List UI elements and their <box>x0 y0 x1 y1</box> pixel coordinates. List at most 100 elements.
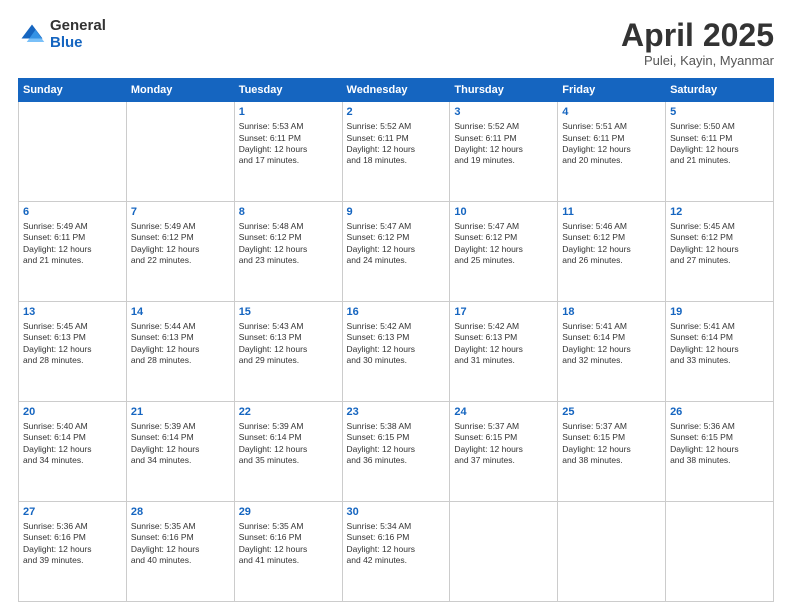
calendar-cell: 30Sunrise: 5:34 AM Sunset: 6:16 PM Dayli… <box>342 502 450 602</box>
calendar-cell: 19Sunrise: 5:41 AM Sunset: 6:14 PM Dayli… <box>666 302 774 402</box>
day-number: 17 <box>454 305 553 320</box>
weekday-header-monday: Monday <box>126 79 234 102</box>
calendar-cell <box>450 502 558 602</box>
day-number: 11 <box>562 205 661 220</box>
calendar-body: 1Sunrise: 5:53 AM Sunset: 6:11 PM Daylig… <box>19 102 774 602</box>
weekday-header-tuesday: Tuesday <box>234 79 342 102</box>
day-info: Sunrise: 5:42 AM Sunset: 6:13 PM Dayligh… <box>454 321 553 367</box>
day-number: 26 <box>670 405 769 420</box>
day-number: 19 <box>670 305 769 320</box>
weekday-header-saturday: Saturday <box>666 79 774 102</box>
calendar-cell <box>19 102 127 202</box>
calendar-cell: 26Sunrise: 5:36 AM Sunset: 6:15 PM Dayli… <box>666 402 774 502</box>
day-number: 3 <box>454 105 553 120</box>
day-number: 7 <box>131 205 230 220</box>
weekday-header-friday: Friday <box>558 79 666 102</box>
weekday-header-thursday: Thursday <box>450 79 558 102</box>
day-number: 4 <box>562 105 661 120</box>
day-number: 28 <box>131 505 230 520</box>
day-number: 15 <box>239 305 338 320</box>
calendar-cell <box>666 502 774 602</box>
calendar: SundayMondayTuesdayWednesdayThursdayFrid… <box>18 78 774 602</box>
day-number: 18 <box>562 305 661 320</box>
day-number: 13 <box>23 305 122 320</box>
calendar-cell: 4Sunrise: 5:51 AM Sunset: 6:11 PM Daylig… <box>558 102 666 202</box>
day-number: 12 <box>670 205 769 220</box>
day-number: 25 <box>562 405 661 420</box>
calendar-cell: 18Sunrise: 5:41 AM Sunset: 6:14 PM Dayli… <box>558 302 666 402</box>
day-number: 5 <box>670 105 769 120</box>
title-block: April 2025 Pulei, Kayin, Myanmar <box>621 18 774 68</box>
day-info: Sunrise: 5:45 AM Sunset: 6:13 PM Dayligh… <box>23 321 122 367</box>
day-info: Sunrise: 5:46 AM Sunset: 6:12 PM Dayligh… <box>562 221 661 267</box>
day-number: 6 <box>23 205 122 220</box>
day-info: Sunrise: 5:49 AM Sunset: 6:11 PM Dayligh… <box>23 221 122 267</box>
calendar-cell <box>126 102 234 202</box>
day-info: Sunrise: 5:53 AM Sunset: 6:11 PM Dayligh… <box>239 121 338 167</box>
calendar-cell: 10Sunrise: 5:47 AM Sunset: 6:12 PM Dayli… <box>450 202 558 302</box>
logo-general: General <box>50 18 106 35</box>
logo-blue: Blue <box>50 35 106 52</box>
subtitle: Pulei, Kayin, Myanmar <box>621 53 774 68</box>
week-row-2: 13Sunrise: 5:45 AM Sunset: 6:13 PM Dayli… <box>19 302 774 402</box>
day-info: Sunrise: 5:51 AM Sunset: 6:11 PM Dayligh… <box>562 121 661 167</box>
calendar-cell: 29Sunrise: 5:35 AM Sunset: 6:16 PM Dayli… <box>234 502 342 602</box>
calendar-cell: 24Sunrise: 5:37 AM Sunset: 6:15 PM Dayli… <box>450 402 558 502</box>
day-info: Sunrise: 5:39 AM Sunset: 6:14 PM Dayligh… <box>131 421 230 467</box>
day-info: Sunrise: 5:38 AM Sunset: 6:15 PM Dayligh… <box>347 421 446 467</box>
logo: General Blue <box>18 18 106 51</box>
weekday-row: SundayMondayTuesdayWednesdayThursdayFrid… <box>19 79 774 102</box>
logo-text: General Blue <box>50 18 106 51</box>
day-info: Sunrise: 5:36 AM Sunset: 6:16 PM Dayligh… <box>23 521 122 567</box>
day-info: Sunrise: 5:35 AM Sunset: 6:16 PM Dayligh… <box>131 521 230 567</box>
calendar-cell: 28Sunrise: 5:35 AM Sunset: 6:16 PM Dayli… <box>126 502 234 602</box>
day-info: Sunrise: 5:35 AM Sunset: 6:16 PM Dayligh… <box>239 521 338 567</box>
day-info: Sunrise: 5:50 AM Sunset: 6:11 PM Dayligh… <box>670 121 769 167</box>
page: General Blue April 2025 Pulei, Kayin, My… <box>0 0 792 612</box>
main-title: April 2025 <box>621 18 774 53</box>
day-info: Sunrise: 5:36 AM Sunset: 6:15 PM Dayligh… <box>670 421 769 467</box>
calendar-cell: 7Sunrise: 5:49 AM Sunset: 6:12 PM Daylig… <box>126 202 234 302</box>
day-number: 10 <box>454 205 553 220</box>
day-info: Sunrise: 5:37 AM Sunset: 6:15 PM Dayligh… <box>454 421 553 467</box>
day-number: 29 <box>239 505 338 520</box>
day-number: 23 <box>347 405 446 420</box>
day-info: Sunrise: 5:34 AM Sunset: 6:16 PM Dayligh… <box>347 521 446 567</box>
calendar-cell: 2Sunrise: 5:52 AM Sunset: 6:11 PM Daylig… <box>342 102 450 202</box>
day-info: Sunrise: 5:45 AM Sunset: 6:12 PM Dayligh… <box>670 221 769 267</box>
day-number: 24 <box>454 405 553 420</box>
day-number: 1 <box>239 105 338 120</box>
calendar-cell: 5Sunrise: 5:50 AM Sunset: 6:11 PM Daylig… <box>666 102 774 202</box>
day-number: 16 <box>347 305 446 320</box>
weekday-header-wednesday: Wednesday <box>342 79 450 102</box>
day-info: Sunrise: 5:41 AM Sunset: 6:14 PM Dayligh… <box>670 321 769 367</box>
day-number: 14 <box>131 305 230 320</box>
calendar-cell: 13Sunrise: 5:45 AM Sunset: 6:13 PM Dayli… <box>19 302 127 402</box>
day-number: 8 <box>239 205 338 220</box>
day-info: Sunrise: 5:44 AM Sunset: 6:13 PM Dayligh… <box>131 321 230 367</box>
day-number: 2 <box>347 105 446 120</box>
day-info: Sunrise: 5:37 AM Sunset: 6:15 PM Dayligh… <box>562 421 661 467</box>
day-info: Sunrise: 5:52 AM Sunset: 6:11 PM Dayligh… <box>347 121 446 167</box>
day-number: 9 <box>347 205 446 220</box>
calendar-cell: 11Sunrise: 5:46 AM Sunset: 6:12 PM Dayli… <box>558 202 666 302</box>
day-info: Sunrise: 5:43 AM Sunset: 6:13 PM Dayligh… <box>239 321 338 367</box>
calendar-cell: 17Sunrise: 5:42 AM Sunset: 6:13 PM Dayli… <box>450 302 558 402</box>
day-number: 27 <box>23 505 122 520</box>
day-info: Sunrise: 5:47 AM Sunset: 6:12 PM Dayligh… <box>347 221 446 267</box>
day-info: Sunrise: 5:41 AM Sunset: 6:14 PM Dayligh… <box>562 321 661 367</box>
calendar-cell: 21Sunrise: 5:39 AM Sunset: 6:14 PM Dayli… <box>126 402 234 502</box>
day-info: Sunrise: 5:48 AM Sunset: 6:12 PM Dayligh… <box>239 221 338 267</box>
logo-icon <box>18 21 46 49</box>
day-info: Sunrise: 5:47 AM Sunset: 6:12 PM Dayligh… <box>454 221 553 267</box>
week-row-1: 6Sunrise: 5:49 AM Sunset: 6:11 PM Daylig… <box>19 202 774 302</box>
calendar-cell: 15Sunrise: 5:43 AM Sunset: 6:13 PM Dayli… <box>234 302 342 402</box>
day-info: Sunrise: 5:40 AM Sunset: 6:14 PM Dayligh… <box>23 421 122 467</box>
week-row-3: 20Sunrise: 5:40 AM Sunset: 6:14 PM Dayli… <box>19 402 774 502</box>
calendar-cell: 25Sunrise: 5:37 AM Sunset: 6:15 PM Dayli… <box>558 402 666 502</box>
day-number: 30 <box>347 505 446 520</box>
day-number: 22 <box>239 405 338 420</box>
header: General Blue April 2025 Pulei, Kayin, My… <box>18 18 774 68</box>
calendar-cell: 22Sunrise: 5:39 AM Sunset: 6:14 PM Dayli… <box>234 402 342 502</box>
calendar-cell: 8Sunrise: 5:48 AM Sunset: 6:12 PM Daylig… <box>234 202 342 302</box>
